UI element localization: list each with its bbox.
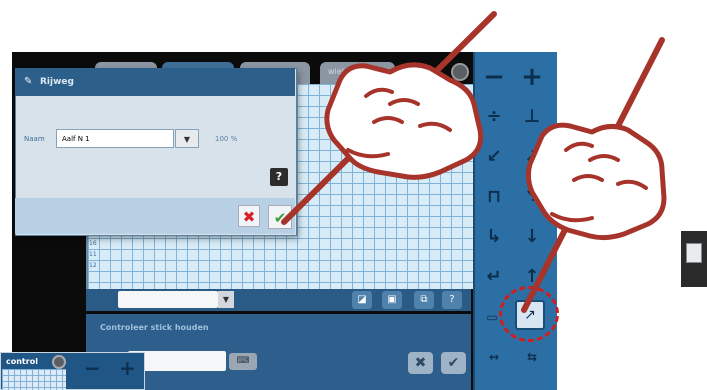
- dialog-title: Rijweg: [40, 77, 74, 87]
- copy-icon[interactable]: ⧉: [414, 291, 434, 309]
- hand-with-pen-illustration: [281, 11, 497, 225]
- inset-power-icon[interactable]: [52, 355, 66, 369]
- grid-select[interactable]: [118, 291, 218, 308]
- chevron-down-icon[interactable]: ▼: [218, 291, 234, 308]
- grid-row-numbers: 16 11 12: [89, 240, 97, 269]
- unit-label: 100 %: [215, 135, 238, 143]
- help-button[interactable]: ?: [442, 291, 462, 309]
- grid-icon[interactable]: ▣: [382, 291, 402, 309]
- name-label: Naam: [24, 135, 45, 143]
- pencil-icon: ✎: [24, 76, 33, 87]
- inset-zoom-in-button[interactable]: +: [119, 356, 136, 380]
- inset-grid: [2, 369, 66, 390]
- keyboard-button[interactable]: ⌨: [229, 353, 257, 370]
- inset-zoom-out-button[interactable]: −: [84, 356, 101, 380]
- control-panel-title: Controleer stick houden: [100, 323, 209, 332]
- hand-with-pen-illustration-2: [521, 37, 667, 313]
- control-panel-cancel-button[interactable]: ✖: [408, 352, 433, 374]
- side-thumbnail-screen: [686, 243, 702, 263]
- chevron-down-icon[interactable]: ▼: [175, 129, 199, 148]
- eraser-icon[interactable]: ◪: [352, 291, 372, 309]
- stitch-width-button[interactable]: ↔: [476, 342, 512, 372]
- inset-control-label: control: [6, 357, 38, 366]
- control-panel-ok-button[interactable]: ✔: [441, 352, 466, 374]
- name-field[interactable]: Aalf N 1: [56, 129, 174, 148]
- stitch-swap-button[interactable]: ⇆: [514, 342, 550, 372]
- dialog-cancel-button[interactable]: ✖: [238, 205, 260, 227]
